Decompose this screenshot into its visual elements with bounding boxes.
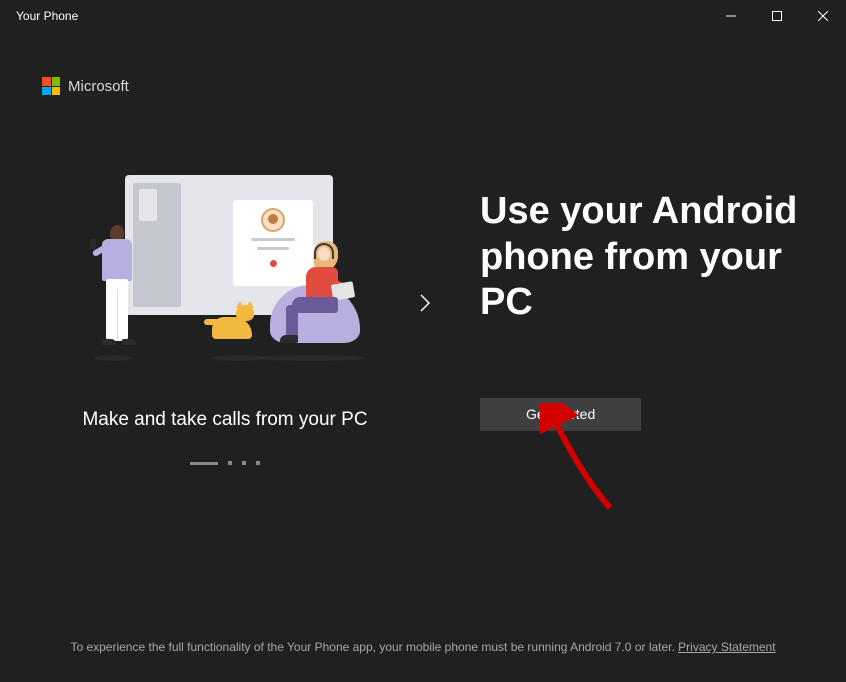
carousel: Make and take calls from your PC: [70, 175, 380, 465]
carousel-dot-active[interactable]: [190, 462, 218, 465]
get-started-button[interactable]: Get started: [480, 398, 641, 431]
carousel-caption: Make and take calls from your PC: [82, 409, 367, 431]
titlebar: Your Phone: [0, 0, 846, 32]
footer-text: To experience the full functionality of …: [70, 640, 678, 654]
carousel-dot[interactable]: [228, 461, 232, 465]
brand-name: Microsoft: [68, 78, 129, 95]
carousel-indicators: [190, 461, 260, 465]
footer: To experience the full functionality of …: [0, 640, 846, 654]
window-controls: [708, 0, 846, 32]
close-button[interactable]: [800, 0, 846, 32]
page-heading: Use your Android phone from your PC: [480, 189, 840, 326]
onboarding-illustration: [80, 175, 370, 355]
microsoft-logo-icon: [42, 77, 60, 95]
right-column: Use your Android phone from your PC Get …: [480, 189, 846, 431]
carousel-next-icon[interactable]: [420, 294, 440, 317]
minimize-button[interactable]: [708, 0, 754, 32]
carousel-dot[interactable]: [256, 461, 260, 465]
brand-row: Microsoft: [42, 77, 846, 95]
window-title: Your Phone: [16, 9, 78, 23]
maximize-button[interactable]: [754, 0, 800, 32]
privacy-statement-link[interactable]: Privacy Statement: [678, 640, 775, 654]
carousel-dot[interactable]: [242, 461, 246, 465]
main-content: Make and take calls from your PC Use you…: [0, 175, 846, 465]
